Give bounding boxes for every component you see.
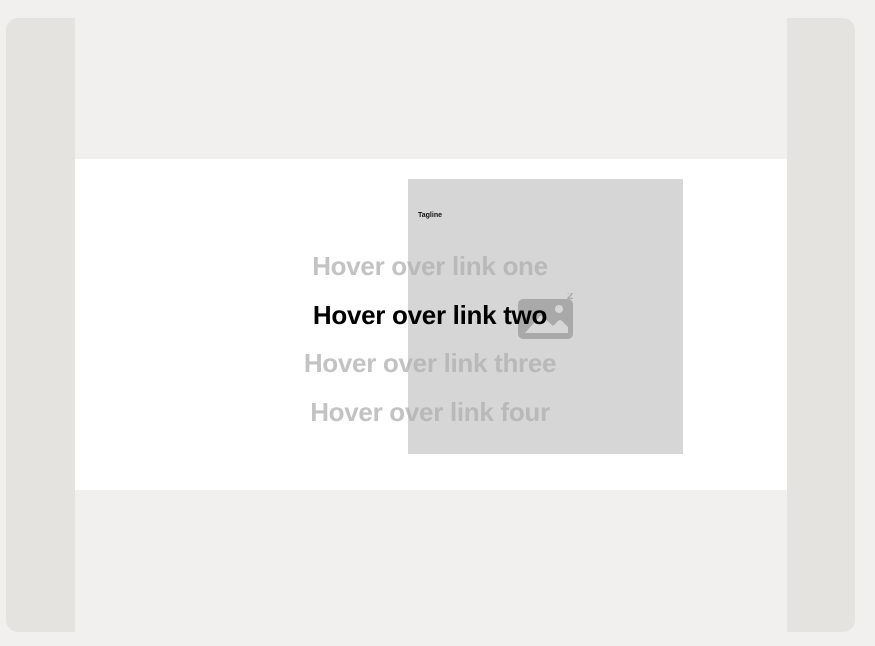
hover-link-two[interactable]: Hover over link two (75, 291, 787, 340)
hover-link-one-label: Hover over link one (312, 251, 548, 281)
hover-link-three[interactable]: Hover over link three (75, 339, 787, 388)
hover-link-four[interactable]: Hover over link four (75, 388, 787, 437)
hover-link-four-label: Hover over link four (310, 396, 550, 427)
tagline: Tagline (418, 212, 442, 219)
hover-link-two-label: Hover over link two (312, 299, 548, 330)
hover-link-list: Hover over link one Hover over link two … (75, 242, 787, 436)
hover-link-three-label: Hover over link three (303, 348, 557, 378)
page-canvas: Tagline 2 Hover over link one Hover over… (75, 18, 787, 632)
preview-frame: Tagline 2 Hover over link one Hover over… (6, 18, 855, 632)
hover-link-one[interactable]: Hover over link one (75, 242, 787, 291)
hover-links-section: Tagline 2 Hover over link one Hover over… (75, 159, 787, 490)
